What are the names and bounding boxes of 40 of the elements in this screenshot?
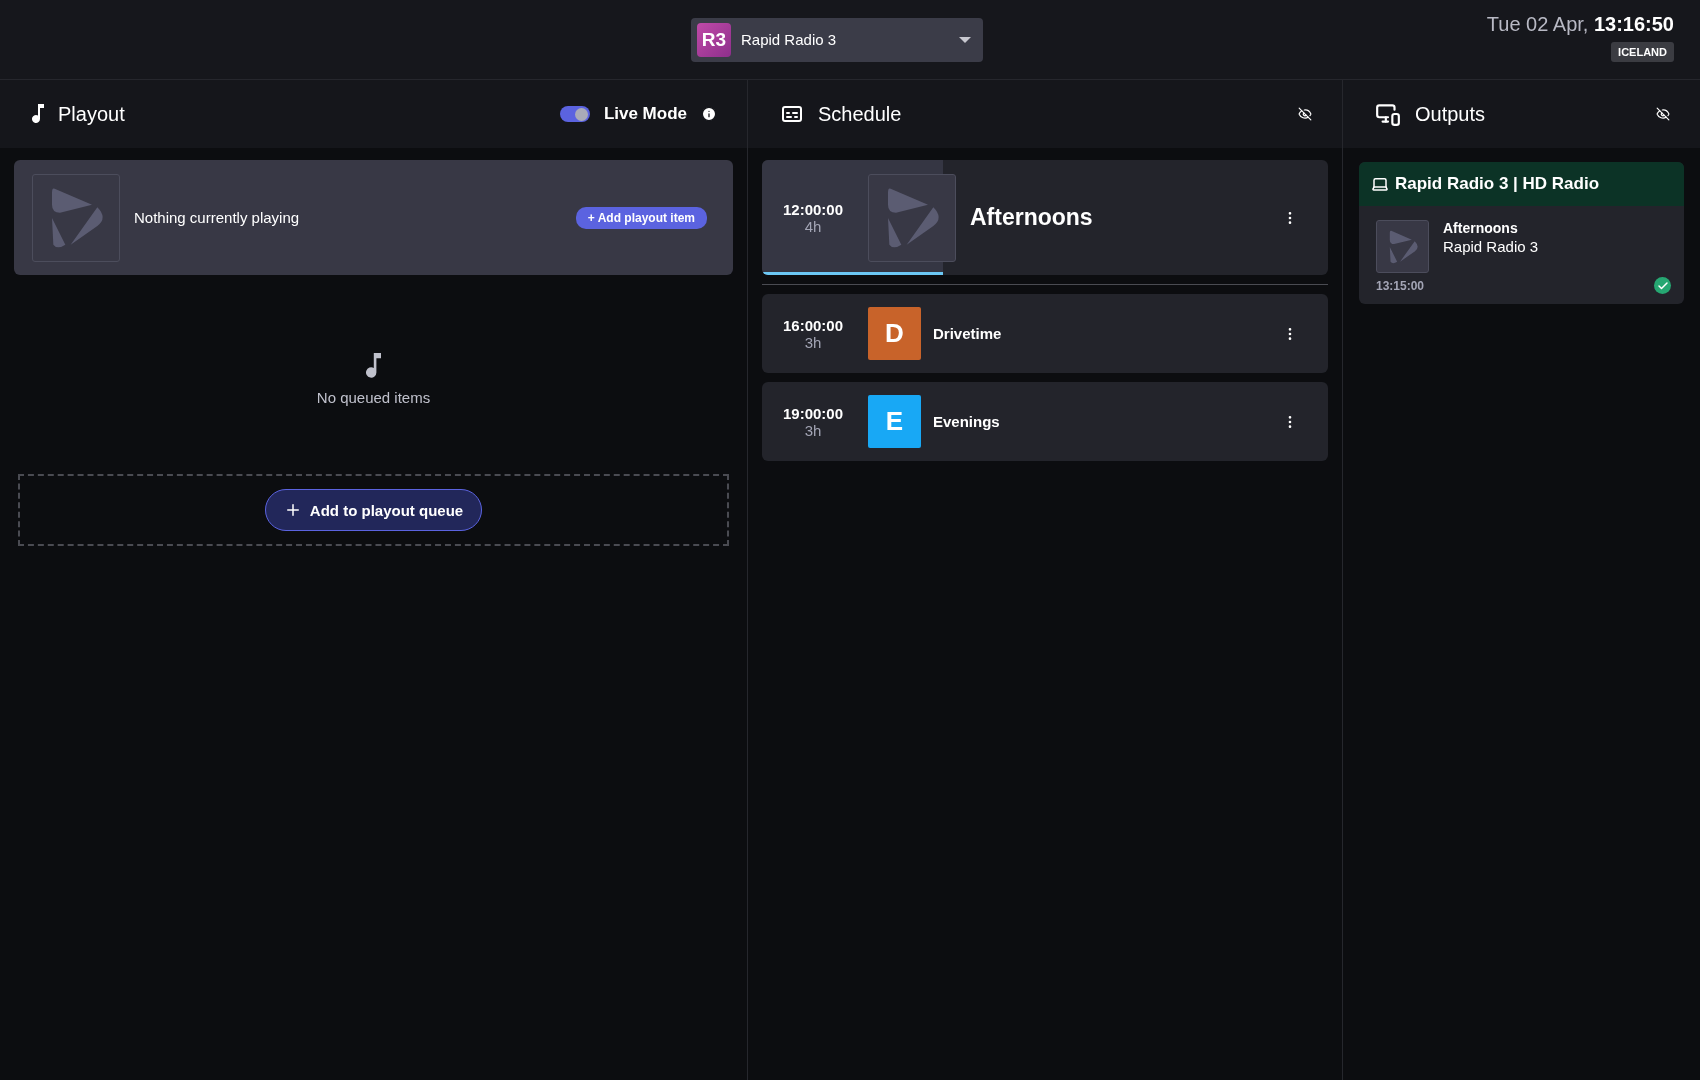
start-time: 16:00:00 <box>782 316 843 334</box>
duration-text: 3h <box>804 333 822 351</box>
live-mode-toggle[interactable] <box>559 106 590 122</box>
show-title: Evenings <box>933 413 1001 430</box>
station-name: Rapid Radio 3 <box>741 31 838 48</box>
panel-title: Playout <box>58 102 126 126</box>
timezone-badge: ICELAND <box>1611 42 1674 62</box>
hide-icon[interactable] <box>1298 107 1312 121</box>
laptop-icon <box>1371 175 1389 193</box>
show-letter-tile: D <box>868 307 921 360</box>
station-select[interactable]: R3 Rapid Radio 3 <box>691 17 983 62</box>
show-letter-tile: E <box>868 395 921 448</box>
add-playout-item-button[interactable]: + Add playout item <box>575 206 707 229</box>
now-playing-text: Nothing currently playing <box>134 209 301 226</box>
add-to-queue-button[interactable]: Add to playout queue <box>264 489 483 531</box>
caret-icon <box>959 36 971 43</box>
show-title: Drivetime <box>933 325 1003 342</box>
hide-icon[interactable] <box>1656 107 1670 121</box>
duration-text: 4h <box>804 217 822 235</box>
schedule-item-card[interactable]: 12:00:00 4h Afternoons <box>762 160 1328 275</box>
schedule-item-card[interactable]: 19:00:00 3h E Evenings <box>762 382 1328 461</box>
output-station: Rapid Radio 3 <box>1443 238 1539 255</box>
output-show-title: Afternoons <box>1443 220 1519 236</box>
devices-icon <box>1375 101 1401 127</box>
output-time: 13:15:00 <box>1376 278 1425 293</box>
station-badge: R3 <box>697 22 731 57</box>
music-note-icon <box>32 104 44 124</box>
duration-text: 3h <box>804 421 822 439</box>
panel-title: Schedule <box>818 102 903 126</box>
panel-title: Outputs <box>1415 102 1487 126</box>
music-note-icon <box>365 353 382 379</box>
start-time: 19:00:00 <box>782 404 843 422</box>
show-title: Afternoons <box>970 204 1094 231</box>
live-mode-label: Live Mode <box>603 104 687 124</box>
info-icon[interactable] <box>701 106 717 122</box>
start-time: 12:00:00 <box>782 200 843 218</box>
schedule-item-card[interactable]: 16:00:00 3h D Drivetime <box>762 294 1328 373</box>
output-name: Rapid Radio 3 | HD Radio <box>1395 174 1600 194</box>
empty-queue-text: No queued items <box>316 389 431 406</box>
clock-text: Tue 02 Apr, 13:16:50 <box>1486 13 1674 36</box>
